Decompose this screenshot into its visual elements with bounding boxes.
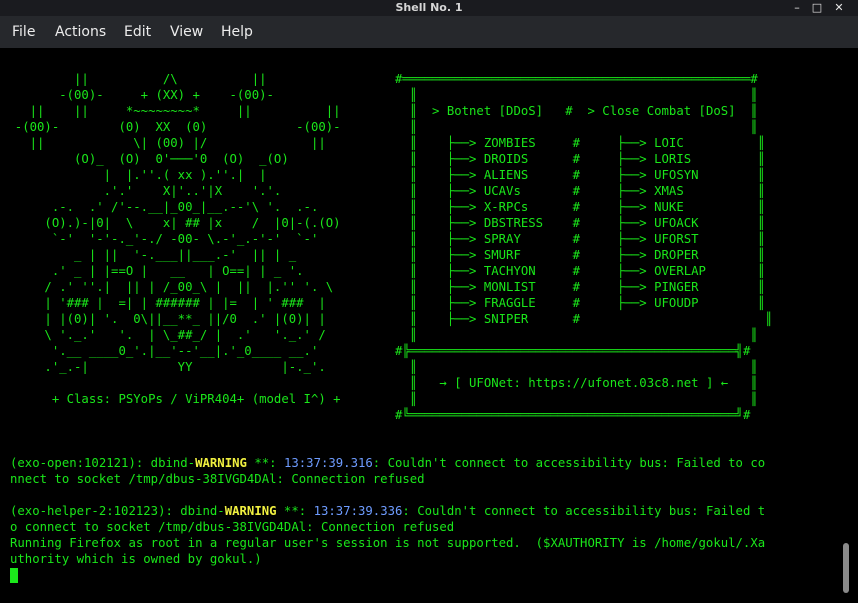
art-line: .'.' X|'..'|X '.'. <box>0 184 282 198</box>
box-line: ║ → [ UFONet: https://ufonet.03c8.net ] … <box>395 376 758 390</box>
box-line: ║ ║ <box>395 328 758 342</box>
log-line: o connect to socket /tmp/dbus-38IVGD4DAl… <box>10 520 455 534</box>
box-line: ║ ║ <box>395 360 758 374</box>
menu-view[interactable]: View <box>170 24 203 40</box>
menu-actions[interactable]: Actions <box>55 24 106 40</box>
menu-bar: File Actions Edit View Help <box>0 16 858 48</box>
art-line: .' _ | |==O | __ | O==| | _ '. <box>0 264 304 278</box>
art-line: '.__ ____0_'.|__'--'__|.'_0____ __.' <box>0 344 319 358</box>
art-line: _ | || '-.___||___.-' || | _ <box>0 248 297 262</box>
class-line: + Class: PSYoPs / ViPR404+ (model I^) + <box>0 392 341 406</box>
box-line: ║ ├──> SPRAY # ├──> UFORST ║ <box>395 232 766 246</box>
art-line: -(00)- (0) XX (0) -(00)- <box>0 120 341 134</box>
box-line: ║ ├──> X-RPCs # ├──> NUKE ║ <box>395 200 766 214</box>
box-line: ║ ├──> ZOMBIES # ├──> LOIC ║ <box>395 136 766 150</box>
art-line: | '### | =| | ###### | |= | ' ### | <box>0 296 326 310</box>
maximize-icon[interactable]: □ <box>809 0 825 16</box>
box-line: ║ ├──> FRAGGLE # ├──> UFOUDP ║ <box>395 296 766 310</box>
box-line: #╚══════════════════════════════════════… <box>395 408 751 422</box>
scrollbar-thumb[interactable] <box>843 543 849 593</box>
window-title: Shell No. 1 <box>395 1 463 14</box>
art-line: .'_.-| YY |-._'. <box>0 360 326 374</box>
log-line: nnect to socket /tmp/dbus-38IVGD4DAl: Co… <box>10 472 425 486</box>
menu-help[interactable]: Help <box>221 24 253 40</box>
art-line: (O)_ (O) 0'───'0 (O) _(O) <box>0 152 289 166</box>
box-line: ║ ├──> UCAVs # ├──> XMAS ║ <box>395 184 766 198</box>
box-line: ║ ║ <box>395 120 758 134</box>
log-line: (exo-open:102121): dbind-WARNING **: 13:… <box>10 456 766 470</box>
art-line: -(00)- + (XX) + -(00)- <box>0 88 274 102</box>
minimize-icon[interactable]: – <box>789 0 805 16</box>
box-line: ║ ├──> ALIENS # ├──> UFOSYN ║ <box>395 168 766 182</box>
menu-file[interactable]: File <box>12 24 35 40</box>
art-line: | |.''.( xx ).''.| | <box>0 168 267 182</box>
box-line: ║ > Botnet [DDoS] # > Close Combat [DoS]… <box>395 104 758 118</box>
art-line: || /\ || <box>0 72 267 86</box>
log-line: (exo-helper-2:102123): dbind-WARNING **:… <box>10 504 766 518</box>
art-line: \ '._.' '. | \_##_/ | .' '._.' / <box>0 328 326 342</box>
close-icon[interactable]: ✕ <box>831 0 847 16</box>
box-line: ║ ├──> DROIDS # ├──> LORIS ║ <box>395 152 766 166</box>
art-line: (O).)-|0| \ x| ## |x / |0|-(.(O) <box>0 216 341 230</box>
box-line: ║ ├──> DBSTRESS # ├──> UFOACK ║ <box>395 216 766 230</box>
box-line: #╠══════════════════════════════════════… <box>395 344 751 358</box>
box-line: ║ ├──> SMURF # ├──> DROPER ║ <box>395 248 766 262</box>
log-line: uthority which is owned by gokul.) <box>10 552 262 566</box>
art-line: / .' ''.| || | /_00_\ | || |.'' '. \ <box>0 280 334 294</box>
box-line: ║ ├──> SNIPER # ║ <box>395 312 773 326</box>
box-line: ║ ├──> MONLIST # ├──> PINGER ║ <box>395 280 766 294</box>
terminal-cursor <box>10 568 18 583</box>
scrollbar-track[interactable] <box>842 48 850 603</box>
box-line: #═══════════════════════════════════════… <box>395 72 758 86</box>
art-line: || || *~~~~~~~~* || || <box>0 104 341 118</box>
terminal-window: Shell No. 1 – □ ✕ File Actions Edit View… <box>0 0 858 603</box>
log-line: Running Firefox as root in a regular use… <box>10 536 766 550</box>
box-line: ║ ║ <box>395 392 758 406</box>
title-bar[interactable]: Shell No. 1 – □ ✕ <box>0 0 858 16</box>
box-line: ║ ║ <box>395 88 758 102</box>
art-line: .-. .' /'--.__|_00_|__.--'\ '. .-. <box>0 200 319 214</box>
art-line: | |(0)| '. 0\||__**_ ||/0 .' |(0)| | <box>0 312 326 326</box>
art-line: || \| (00) |/ || <box>0 136 326 150</box>
art-line: `-' '-'-._'-./ -00- \.-'_.-'-' `-' <box>0 232 319 246</box>
terminal-output[interactable]: || /\ || -(00)- + (XX) + -(00)- || || *~… <box>0 48 858 603</box>
box-line: ║ ├──> TACHYON # ├──> OVERLAP ║ <box>395 264 766 278</box>
menu-edit[interactable]: Edit <box>124 24 151 40</box>
